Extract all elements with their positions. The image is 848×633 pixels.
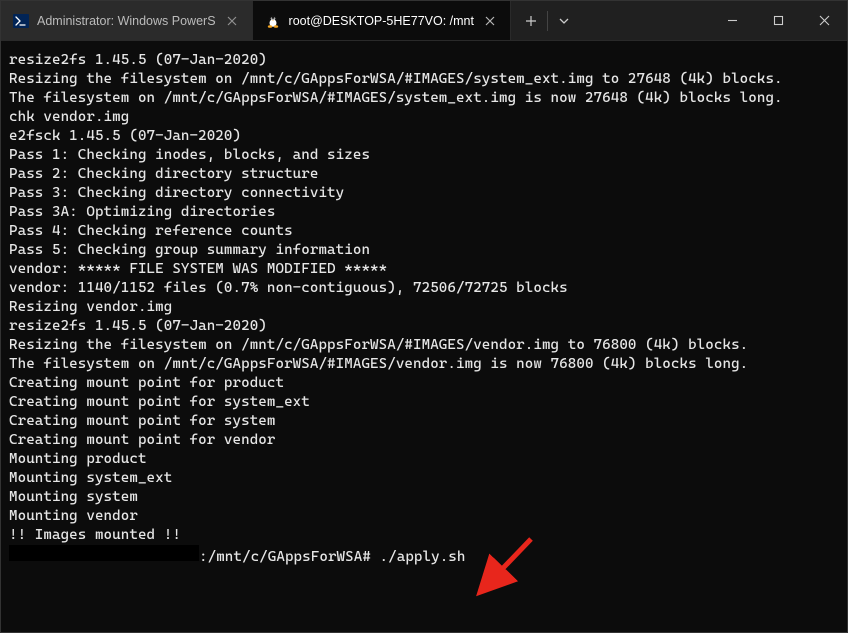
prompt-line: :/mnt/c/GAppsForWSA# ./apply.sh	[9, 545, 839, 567]
tab-strip: Administrator: Windows PowerS	[1, 1, 709, 40]
close-icon[interactable]	[224, 13, 240, 29]
output-line: The filesystem on /mnt/c/GAppsForWSA/#IM…	[9, 89, 839, 108]
output-line: Creating mount point for vendor	[9, 431, 839, 450]
tab-title: Administrator: Windows PowerS	[37, 14, 216, 28]
powershell-icon	[13, 13, 29, 29]
output-line: Pass 3: Checking directory connectivity	[9, 184, 839, 203]
window-controls	[709, 1, 847, 40]
output-line: Pass 3A: Optimizing directories	[9, 203, 839, 222]
tab-title: root@DESKTOP-5HE77VO: /mnt	[289, 14, 474, 28]
terminal-output[interactable]: resize2fs 1.45.5 (07-Jan-2020)Resizing t…	[1, 41, 847, 575]
output-line: e2fsck 1.45.5 (07-Jan-2020)	[9, 127, 839, 146]
output-line: Mounting system	[9, 488, 839, 507]
output-line: vendor: ***** FILE SYSTEM WAS MODIFIED *…	[9, 260, 839, 279]
output-line: Creating mount point for product	[9, 374, 839, 393]
output-line: Resizing the filesystem on /mnt/c/GAppsF…	[9, 336, 839, 355]
output-line: chk vendor.img	[9, 108, 839, 127]
prompt-command: ./apply.sh	[371, 548, 466, 567]
output-line: Resizing vendor.img	[9, 298, 839, 317]
output-line: Creating mount point for system_ext	[9, 393, 839, 412]
output-line: Pass 2: Checking directory structure	[9, 165, 839, 184]
tux-icon	[265, 13, 281, 29]
output-line: Pass 1: Checking inodes, blocks, and siz…	[9, 146, 839, 165]
output-line: Pass 5: Checking group summary informati…	[9, 241, 839, 260]
redacted-user-host	[9, 545, 199, 561]
output-line: !! Images mounted !!	[9, 526, 839, 545]
maximize-button[interactable]	[755, 1, 801, 40]
output-line: resize2fs 1.45.5 (07-Jan-2020)	[9, 51, 839, 70]
output-line: Mounting vendor	[9, 507, 839, 526]
output-line: Pass 4: Checking reference counts	[9, 222, 839, 241]
output-line: Creating mount point for system	[9, 412, 839, 431]
prompt-path: :/mnt/c/GAppsForWSA#	[199, 548, 371, 567]
new-tab-area	[511, 1, 584, 40]
output-line: resize2fs 1.45.5 (07-Jan-2020)	[9, 317, 839, 336]
new-tab-button[interactable]	[515, 5, 547, 37]
output-line: vendor: 1140/1152 files (0.7% non-contig…	[9, 279, 839, 298]
output-line: Mounting system_ext	[9, 469, 839, 488]
output-line: The filesystem on /mnt/c/GAppsForWSA/#IM…	[9, 355, 839, 374]
output-line: Resizing the filesystem on /mnt/c/GAppsF…	[9, 70, 839, 89]
minimize-button[interactable]	[709, 1, 755, 40]
tab-linux[interactable]: root@DESKTOP-5HE77VO: /mnt	[253, 1, 511, 40]
output-line: Mounting product	[9, 450, 839, 469]
tab-powershell[interactable]: Administrator: Windows PowerS	[1, 1, 253, 40]
titlebar: Administrator: Windows PowerS	[1, 1, 847, 41]
tab-dropdown-button[interactable]	[548, 5, 580, 37]
close-icon[interactable]	[482, 13, 498, 29]
close-window-button[interactable]	[801, 1, 847, 40]
